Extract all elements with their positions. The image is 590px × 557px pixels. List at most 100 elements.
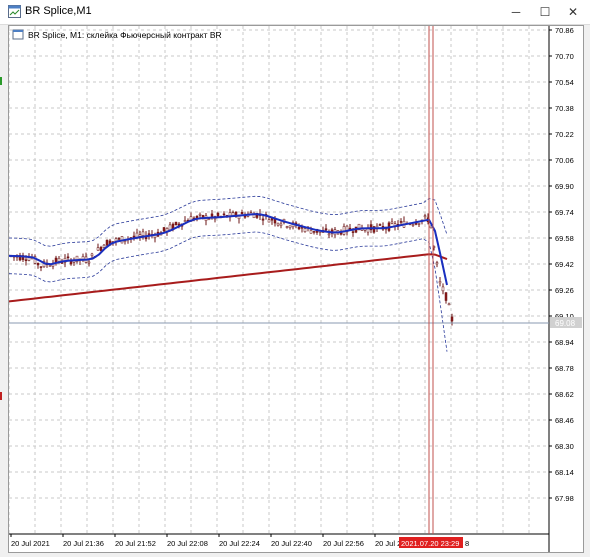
candle-body xyxy=(222,213,226,216)
candle-body xyxy=(411,224,415,226)
candle-body xyxy=(66,256,70,259)
candle-body xyxy=(312,231,316,233)
price-label: 69.58 xyxy=(555,234,574,243)
price-label: 69.26 xyxy=(555,286,574,295)
chart-header-text: BR Splice, M1: склейка Фьючерсный контра… xyxy=(28,30,222,40)
lower-band-line xyxy=(8,231,448,352)
candle-body xyxy=(162,227,166,232)
candle-body xyxy=(210,213,214,217)
minimize-button[interactable]: ─ xyxy=(503,2,529,22)
candle-body xyxy=(279,223,283,226)
candle-body xyxy=(237,216,241,220)
left-border-strip xyxy=(0,25,8,557)
time-label: 20 Jul 2021 xyxy=(11,539,50,548)
candle-body xyxy=(183,220,187,222)
candle-body xyxy=(135,232,139,238)
red-marker xyxy=(0,392,2,400)
candle-body xyxy=(450,316,454,322)
price-label: 68.94 xyxy=(555,338,574,347)
price-label: 69.90 xyxy=(555,182,574,191)
envelope-bands xyxy=(8,195,448,352)
candle-body xyxy=(99,247,103,252)
time-axis: 20 Jul 2021 20 Jul 21:36 20 Jul 21:52 20 Ju… xyxy=(10,534,401,548)
price-label: 68.78 xyxy=(555,364,574,373)
candle-body xyxy=(39,266,43,268)
price-label: 70.38 xyxy=(555,104,574,113)
price-label: 68.30 xyxy=(555,442,574,451)
time-label: 20 Jul 21:52 xyxy=(115,539,156,548)
chart-header-icon-bar xyxy=(13,30,23,32)
candle-body xyxy=(261,218,265,221)
price-label: 68.14 xyxy=(555,468,574,477)
price-label: 67.98 xyxy=(555,494,574,503)
candle-body xyxy=(324,228,328,231)
time-label: 20 Jul 22:08 xyxy=(167,539,208,548)
time-label: 20 Jul 22:40 xyxy=(271,539,312,548)
candle-body xyxy=(96,247,100,251)
candle-body xyxy=(327,233,331,236)
title-bar[interactable]: BR Splice,M1 ─ ☐ ✕ xyxy=(0,0,590,25)
candle-body xyxy=(378,224,382,226)
price-label: 68.62 xyxy=(555,390,574,399)
candle-body xyxy=(117,238,121,240)
time-axis-tail-label: 8 xyxy=(465,539,469,548)
time-label: 20 Jul 2 xyxy=(375,539,401,548)
price-label: 69.74 xyxy=(555,208,574,217)
price-label: 70.06 xyxy=(555,156,574,165)
candle-body xyxy=(57,257,61,262)
window-title: BR Splice,M1 xyxy=(25,5,92,17)
chart-window-icon xyxy=(8,5,21,18)
candle-body xyxy=(288,225,292,228)
candle-body xyxy=(141,231,145,236)
candle-body xyxy=(435,262,439,265)
candle-body xyxy=(297,226,301,230)
candle-body xyxy=(240,212,244,215)
candle-body xyxy=(90,253,94,256)
fast-moving-average-line xyxy=(8,213,448,286)
candle-body xyxy=(216,212,220,217)
candle-body xyxy=(24,259,28,261)
candle-body xyxy=(207,218,211,220)
candle-body xyxy=(273,219,277,224)
candle-body xyxy=(267,219,271,223)
price-label: 69.42 xyxy=(555,260,574,269)
chart-grid xyxy=(8,26,549,534)
current-price-tag: 69.08 xyxy=(550,317,582,328)
candle-body xyxy=(399,221,403,223)
candlestick-series xyxy=(9,208,454,326)
candle-body xyxy=(444,292,448,301)
candle-body xyxy=(198,214,202,216)
time-label: 20 Jul 21:36 xyxy=(63,539,104,548)
crosshair-time-tag: 2021.07.20 23:29 8 xyxy=(399,537,469,548)
chart-area[interactable]: 70.86 70.70 70.54 70.38 70.22 70.06 69.90 69.74… xyxy=(8,25,584,553)
candle-body xyxy=(285,226,289,228)
price-label: 70.86 xyxy=(555,26,574,35)
price-chart[interactable]: 70.86 70.70 70.54 70.38 70.22 70.06 69.90 69.74… xyxy=(8,26,583,552)
price-axis: 70.86 70.70 70.54 70.38 70.22 70.06 69.90 69.74… xyxy=(549,26,574,503)
maximize-button[interactable]: ☐ xyxy=(532,2,558,22)
candle-body xyxy=(174,221,178,226)
candle-body xyxy=(351,231,355,233)
candle-body xyxy=(276,222,280,226)
candle-body xyxy=(36,262,40,266)
candle-body xyxy=(303,228,307,232)
candle-body xyxy=(417,223,421,225)
price-label: 70.70 xyxy=(555,52,574,61)
terminal-window: BR Splice,M1 ─ ☐ ✕ 70.86 70.70 70.54 70.38 7… xyxy=(0,0,590,557)
current-price-label: 69.08 xyxy=(555,319,576,328)
candle-body xyxy=(27,257,31,261)
candle-body xyxy=(102,244,106,248)
time-label: 20 Jul 22:24 xyxy=(219,539,260,548)
upper-band-line xyxy=(8,195,448,247)
price-label: 70.22 xyxy=(555,130,574,139)
candle-body xyxy=(390,221,394,224)
chart-header: BR Splice, M1: склейка Фьючерсный контра… xyxy=(12,29,222,40)
price-label: 68.46 xyxy=(555,416,574,425)
candle-body xyxy=(87,261,91,264)
candle-body xyxy=(168,224,172,231)
candle-body xyxy=(441,286,445,292)
crosshair-time-label: 2021.07.20 23:29 xyxy=(401,539,459,548)
candle-body xyxy=(438,281,442,284)
time-label: 20 Jul 22:56 xyxy=(323,539,364,548)
close-button[interactable]: ✕ xyxy=(560,2,586,22)
